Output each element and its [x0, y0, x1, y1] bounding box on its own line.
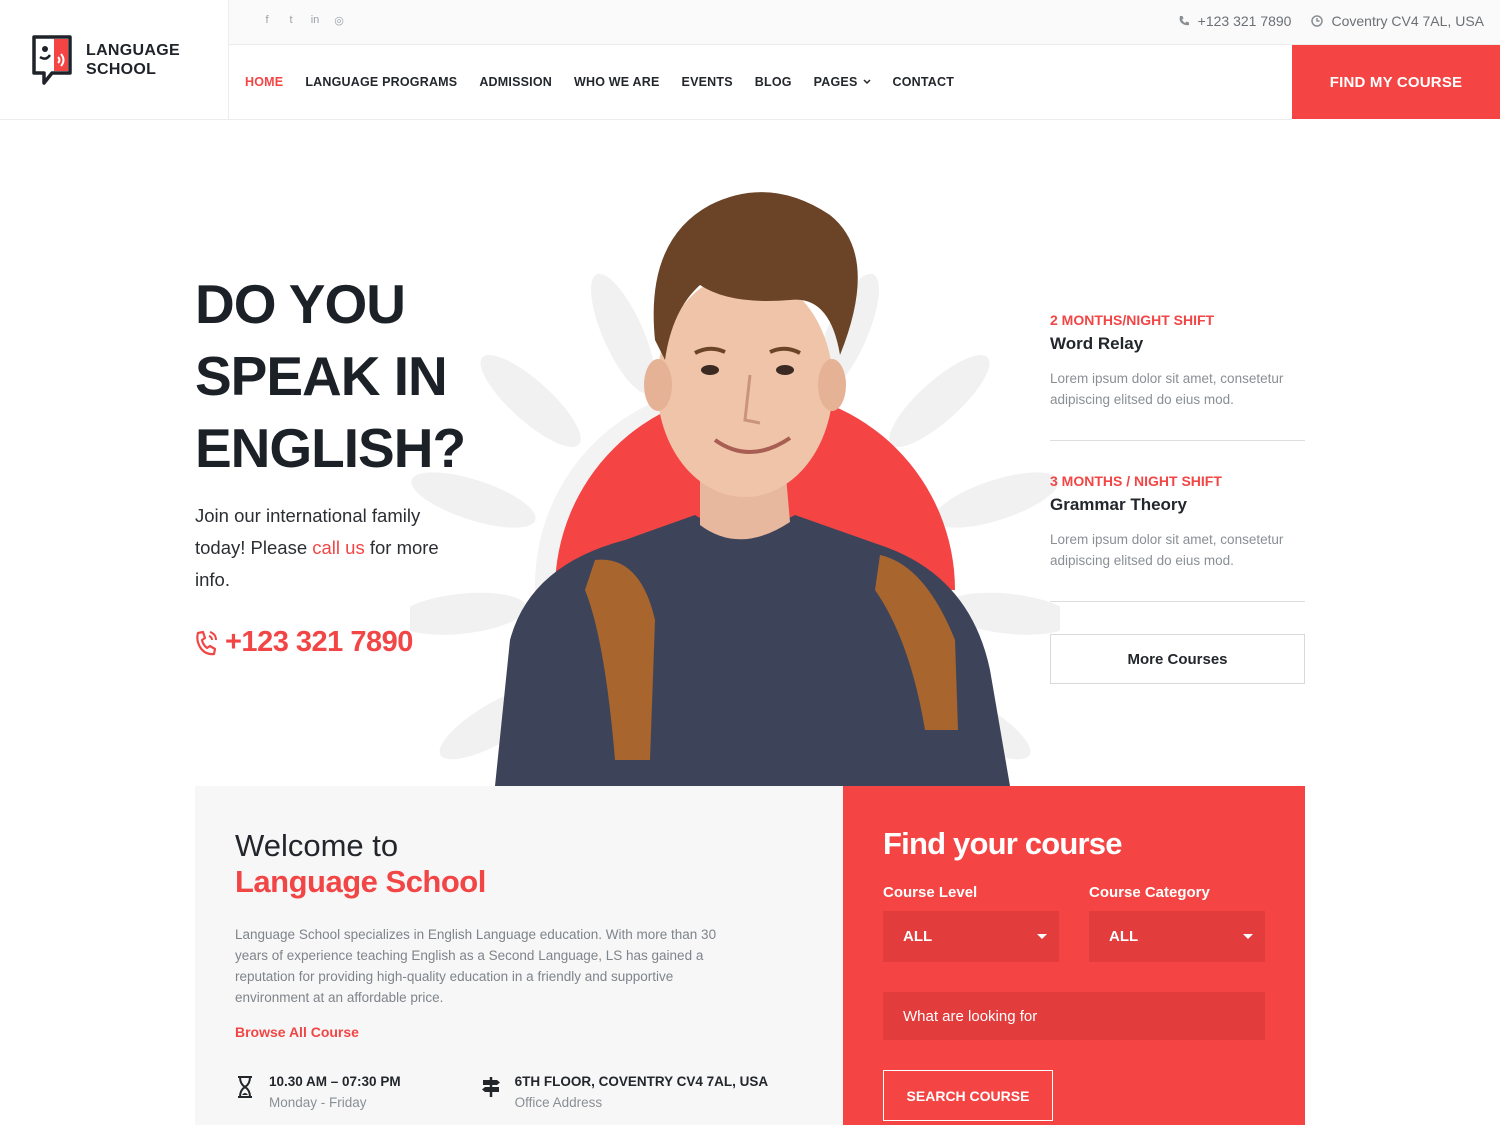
course-item[interactable]: 2 MONTHS/NIGHT SHIFT Word Relay Lorem ip…	[1050, 312, 1305, 441]
course-level-label: Course Level	[883, 884, 978, 901]
topbar-address: Coventry CV4 7AL, USA	[1311, 13, 1484, 29]
topbar-phone[interactable]: +123 321 7890	[1178, 13, 1292, 29]
hours-days: Monday - Friday	[269, 1095, 367, 1110]
course-level-select[interactable]: ALL	[883, 911, 1059, 962]
hero-phone[interactable]: +123 321 7890	[195, 626, 413, 659]
phone-ringing-icon	[196, 630, 217, 655]
info-row: 10.30 AM – 07:30 PM Monday - Friday 6TH …	[235, 1074, 768, 1110]
opening-hours: 10.30 AM – 07:30 PM Monday - Friday	[235, 1074, 401, 1110]
nav-item-who-we-are[interactable]: WHO WE ARE	[574, 75, 660, 89]
course-description: Lorem ipsum dolor sit amet, consetetur a…	[1050, 532, 1284, 568]
finder-labels: Course Level Course Category	[883, 884, 1265, 901]
course-duration: 3 MONTHS / NIGHT SHIFT	[1050, 473, 1222, 489]
course-list: 2 MONTHS/NIGHT SHIFT Word Relay Lorem ip…	[1050, 312, 1305, 684]
address-text: 6TH FLOOR, COVENTRY CV4 7AL, USA	[514, 1074, 769, 1089]
welcome-description: Language School specializes in English L…	[235, 927, 717, 1005]
course-description: Lorem ipsum dolor sit amet, consetetur a…	[1050, 371, 1284, 407]
call-us-link[interactable]: call us	[312, 537, 364, 558]
course-category-value: ALL	[1109, 928, 1139, 945]
course-level-value: ALL	[903, 928, 933, 945]
linkedin-icon[interactable]: in	[309, 14, 321, 27]
hero-student-image	[410, 192, 1060, 786]
find-course-title: Find your course	[883, 826, 1122, 861]
logo-line-1: LANGUAGE	[86, 41, 180, 59]
nav-item-home[interactable]: HOME	[245, 75, 283, 89]
nav-item-pages-label: PAGES	[813, 75, 858, 89]
welcome-heading: Welcome to	[235, 828, 399, 863]
topbar-address-text: Coventry CV4 7AL, USA	[1331, 13, 1484, 29]
find-course-panel: Find your course Course Level Course Cat…	[843, 786, 1305, 1125]
logo-icon	[32, 34, 72, 85]
logo[interactable]: LANGUAGE SCHOOL	[0, 0, 229, 120]
course-name[interactable]: Grammar Theory	[1050, 495, 1305, 515]
top-bar: f t in ◎ +123 321 7890 Coventry CV4 7AL,…	[229, 0, 1500, 45]
topbar-phone-text: +123 321 7890	[1197, 13, 1292, 29]
hourglass-icon	[238, 1076, 252, 1098]
contact-info: +123 321 7890 Coventry CV4 7AL, USA	[1178, 13, 1484, 29]
twitter-icon[interactable]: t	[285, 14, 297, 27]
logo-line-2: SCHOOL	[86, 60, 157, 78]
logo-text: LANGUAGE SCHOOL	[86, 41, 180, 79]
social-links: f t in ◎	[261, 14, 345, 27]
welcome-panel: Welcome to Language School Language Scho…	[195, 786, 843, 1125]
phone-icon	[1179, 16, 1189, 26]
address-label: Office Address	[514, 1095, 603, 1110]
finder-selects: ALL ALL	[883, 911, 1265, 962]
course-item[interactable]: 3 MONTHS / NIGHT SHIFT Grammar Theory Lo…	[1050, 473, 1305, 602]
more-courses-button[interactable]: More Courses	[1050, 634, 1305, 684]
signpost-icon	[481, 1077, 500, 1097]
course-duration: 2 MONTHS/NIGHT SHIFT	[1050, 312, 1215, 328]
course-search-input[interactable]	[883, 992, 1265, 1040]
dropdown-caret-icon	[1243, 934, 1253, 939]
nav-item-events[interactable]: EVENTS	[682, 75, 733, 89]
browse-all-course-link[interactable]: Browse All Course	[235, 1024, 359, 1040]
nav-item-pages[interactable]: PAGES	[814, 75, 871, 89]
dropdown-caret-icon	[1037, 934, 1047, 939]
nav-item-language-programs[interactable]: LANGUAGE PROGRAMS	[305, 75, 457, 89]
nav-item-contact[interactable]: CONTACT	[893, 75, 955, 89]
facebook-icon[interactable]: f	[261, 14, 273, 27]
nav-item-blog[interactable]: BLOG	[755, 75, 792, 89]
student-face	[657, 273, 833, 497]
welcome-school-name: Language School	[235, 864, 486, 899]
course-name[interactable]: Word Relay	[1050, 334, 1305, 354]
chevron-down-icon	[862, 79, 871, 85]
main-nav: HOME LANGUAGE PROGRAMS ADMISSION WHO WE …	[229, 45, 1292, 120]
course-category-select[interactable]: ALL	[1089, 911, 1265, 962]
hours-text: 10.30 AM – 07:30 PM	[269, 1074, 401, 1089]
clock-icon	[1311, 15, 1324, 27]
office-address: 6TH FLOOR, COVENTRY CV4 7AL, USA Office …	[481, 1074, 769, 1110]
instagram-icon[interactable]: ◎	[333, 14, 345, 27]
course-category-label: Course Category	[1089, 884, 1210, 901]
find-my-course-button[interactable]: FIND MY COURSE	[1292, 45, 1500, 119]
nav-item-admission[interactable]: ADMISSION	[479, 75, 552, 89]
search-course-button[interactable]: SEARCH COURSE	[883, 1070, 1053, 1121]
hero-phone-number: +123 321 7890	[225, 626, 413, 658]
